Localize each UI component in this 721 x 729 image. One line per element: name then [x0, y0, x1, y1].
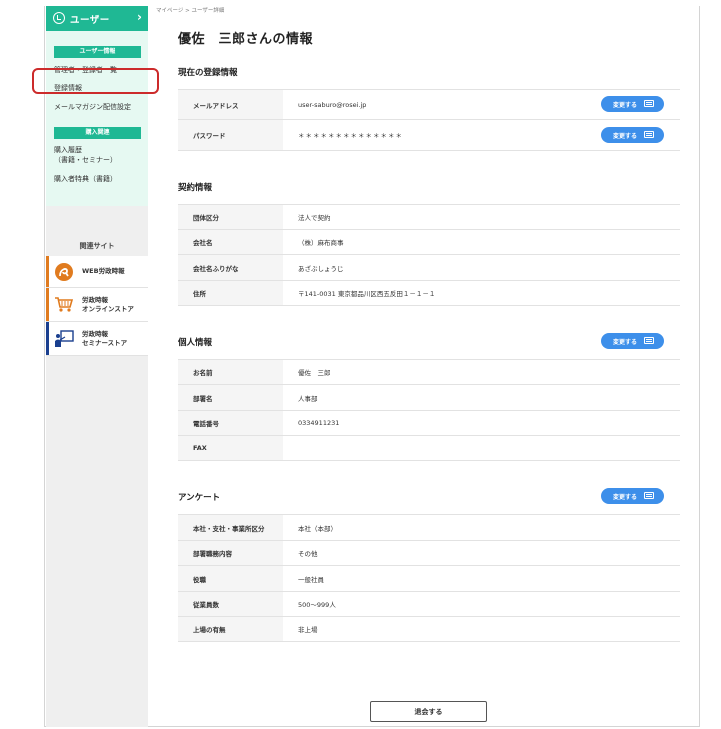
- table-row: 部署名 人事部: [178, 385, 680, 411]
- row-key: 会社名: [178, 230, 283, 254]
- sidebar-item-purchase-history[interactable]: 購入履歴 （書籍・セミナー）: [54, 145, 117, 165]
- section-title-personal: 個人情報: [178, 338, 213, 348]
- breadcrumb[interactable]: マイページ > ユーザー詳細: [156, 6, 224, 14]
- change-button-label: 変更する: [613, 493, 638, 501]
- seminar-presenter-icon: [55, 330, 74, 347]
- highlight-box: [32, 68, 159, 94]
- accent-bar: [46, 256, 49, 287]
- table-row: 従業員数 500〜999人: [178, 592, 680, 617]
- related-site-label: 労政時報 セミナーストア: [82, 330, 127, 348]
- sidebar-section-user-info: ユーザー情報: [54, 46, 141, 58]
- purchase-history-sublabel: （書籍・セミナー）: [54, 156, 117, 164]
- personal-info-table: お名前 優佐 三郎 部署名 人事部 電話番号 0334911231 FAX: [178, 359, 680, 461]
- row-key: 役職: [178, 566, 283, 591]
- mail-icon: [644, 337, 654, 344]
- row-key: 本社・支社・事業所区分: [178, 515, 283, 540]
- related-sites-title: 関連サイト: [79, 242, 115, 250]
- change-personal-info-button[interactable]: 変更する: [601, 333, 664, 349]
- row-value: ＊＊＊＊＊＊＊＊＊＊＊＊＊＊: [298, 132, 403, 140]
- accent-bar: [46, 288, 49, 321]
- row-value: 本社（本部）: [298, 524, 337, 533]
- row-value: 非上場: [298, 626, 318, 634]
- table-row: 住所 〒141-0031 東京都品川区西五反田１－１－１: [178, 281, 680, 306]
- change-button-label: 変更する: [613, 101, 638, 109]
- shopping-cart-icon: [55, 297, 74, 312]
- related-site-online-store[interactable]: 労政時報 オンラインストア: [46, 288, 148, 322]
- table-row: 電話番号 0334911231: [178, 411, 680, 436]
- row-key: 従業員数: [178, 592, 283, 616]
- row-value: 〒141-0031 東京都品川区西五反田１－１－１: [298, 290, 436, 298]
- contract-info-table: 団体区分 法人で契約 会社名 （株）麻布商事 会社名ふりがな あざぶしょうじ 住…: [178, 204, 680, 306]
- table-row: 会社名ふりがな あざぶしょうじ: [178, 255, 680, 281]
- row-value: あざぶしょうじ: [298, 264, 344, 273]
- table-row: 役職 一般社員: [178, 566, 680, 592]
- chevron-right-icon: ›: [137, 10, 142, 24]
- row-key: 部署名: [178, 385, 283, 410]
- table-row: 上場の有無 非上場: [178, 617, 680, 642]
- table-row: 本社・支社・事業所区分 本社（本部）: [178, 515, 680, 541]
- related-site-label-line2: オンラインストア: [82, 305, 134, 313]
- table-row: 団体区分 法人で契約: [178, 205, 680, 230]
- table-row: 部署職務内容 その他: [178, 541, 680, 566]
- change-password-button[interactable]: 変更する: [601, 127, 664, 143]
- sidebar-item-newsletter-settings[interactable]: メールマガジン配信設定: [54, 102, 131, 112]
- row-value: 優佐 三郎: [298, 369, 331, 377]
- related-site-web-rosei[interactable]: WEB労政時報: [46, 256, 148, 288]
- purchase-history-label: 購入履歴: [54, 146, 82, 154]
- mail-icon: [644, 492, 654, 499]
- sidebar: ユーザー › ユーザー情報 管理者・登録者一覧 登録情報 メールマガジン配信設定…: [46, 6, 148, 727]
- change-button-label: 変更する: [613, 132, 638, 140]
- section-title-contract: 契約情報: [178, 183, 213, 193]
- section-title-login: 現在の登録情報: [178, 68, 238, 78]
- mail-icon: [644, 100, 654, 107]
- survey-table: 本社・支社・事業所区分 本社（本部） 部署職務内容 その他 役職 一般社員 従業…: [178, 514, 680, 642]
- row-value: その他: [298, 550, 318, 558]
- table-row: お名前 優佐 三郎: [178, 360, 680, 385]
- row-key: 住所: [178, 281, 283, 305]
- change-button-label: 変更する: [613, 338, 638, 346]
- section-title-survey: アンケート: [178, 493, 221, 503]
- table-row: FAX: [178, 436, 680, 461]
- user-circle-icon: [53, 12, 65, 24]
- row-key: 団体区分: [178, 205, 283, 229]
- row-value: 人事部: [298, 394, 318, 403]
- related-site-label-line1: 労政時報: [82, 296, 108, 304]
- row-key: パスワード: [178, 120, 283, 150]
- change-email-button[interactable]: 変更する: [601, 96, 664, 112]
- related-site-label-line2: セミナーストア: [82, 339, 128, 347]
- row-value: 500〜999人: [298, 601, 336, 609]
- row-value: 法人で契約: [298, 214, 331, 222]
- row-key: メールアドレス: [178, 90, 283, 119]
- sidebar-item-purchaser-benefit[interactable]: 購入者特典（書籍）: [54, 174, 117, 184]
- row-value: （株）麻布商事: [298, 239, 344, 247]
- related-site-seminar-store[interactable]: 労政時報 セミナーストア: [46, 322, 148, 356]
- row-key: お名前: [178, 360, 283, 384]
- row-value: user-saburo@rosei.jp: [298, 100, 367, 109]
- mail-icon: [644, 131, 654, 138]
- row-key: 会社名ふりがな: [178, 255, 283, 280]
- row-key: 部署職務内容: [178, 541, 283, 565]
- row-value: 一般社員: [298, 575, 324, 584]
- accent-bar: [46, 322, 49, 355]
- sidebar-header-label: ユーザー: [70, 15, 110, 26]
- related-site-label: 労政時報 オンラインストア: [82, 296, 134, 314]
- withdraw-button[interactable]: 退会する: [370, 701, 487, 722]
- web-rosei-logo-icon: [55, 263, 73, 281]
- related-site-label-line1: 労政時報: [82, 330, 108, 338]
- table-row: 会社名 （株）麻布商事: [178, 230, 680, 255]
- row-key: 電話番号: [178, 411, 283, 435]
- sidebar-section-purchase: 購入関連: [54, 127, 141, 139]
- row-key: FAX: [178, 436, 283, 460]
- related-site-label: WEB労政時報: [82, 267, 125, 275]
- page-title: 優佐 三郎さんの情報: [178, 32, 314, 47]
- row-key: 上場の有無: [178, 617, 283, 641]
- sidebar-header-user[interactable]: ユーザー ›: [46, 6, 148, 31]
- change-survey-button[interactable]: 変更する: [601, 488, 664, 504]
- row-value: 0334911231: [298, 419, 340, 427]
- sidebar-menu: ユーザー情報 管理者・登録者一覧 登録情報 メールマガジン配信設定 購入関連 購…: [46, 31, 148, 206]
